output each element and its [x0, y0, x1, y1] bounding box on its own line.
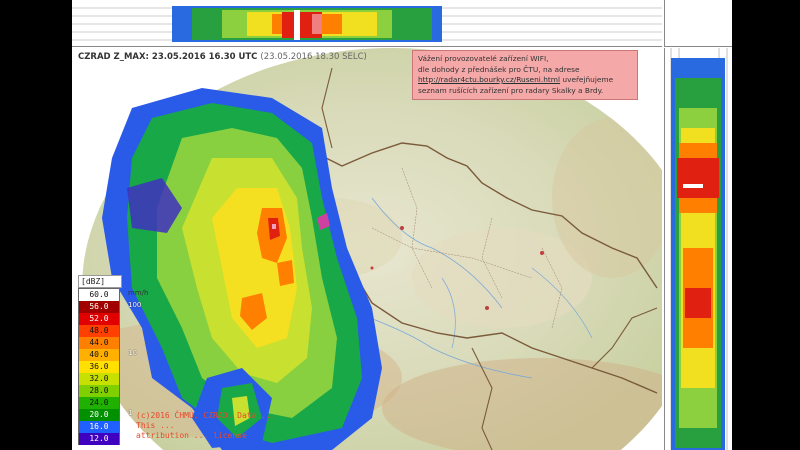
legend-row: 56.0 [78, 301, 120, 313]
side-profile-svg [670, 48, 728, 450]
legend-row: 60.0 [78, 288, 120, 301]
legend-rate-label: 100 [128, 301, 142, 309]
radar-frame: CZRAD Z_MAX: 23.05.2016 16.30 UTC (23.05… [72, 0, 732, 450]
legend-title: [dBZ] [78, 275, 122, 288]
legend-row: 16.0 [78, 421, 120, 433]
legend-rows: 60.0 56.0 52.0 48.0 44.0 40.0 36.0 32.0 28.0 24.0… [78, 288, 122, 445]
legend-rate-label: 1 [128, 409, 133, 417]
map-svg [82, 48, 662, 450]
legend-row: 28.0 [78, 385, 120, 397]
notice-line-2: dle dohody z přednášek pro ČTU, na adres… [418, 64, 580, 74]
legend-row: 20.0 [78, 409, 120, 421]
legend-row: 40.0 [78, 349, 120, 361]
product-title: CZRAD Z_MAX: 23.05.2016 16.30 UTC [78, 52, 258, 62]
dbz-legend: [dBZ] 60.0 56.0 52.0 48.0 44.0 40.0 36.0 32.0 28… [78, 275, 148, 445]
legend-rate-label: 10 [128, 349, 137, 357]
top-profile-svg [72, 6, 662, 42]
top-profile-strip [72, 0, 662, 47]
radar-map[interactable] [72, 48, 662, 450]
legend-row: 12.0 [78, 433, 120, 445]
legend-row: 52.0 [78, 313, 120, 325]
copyright-line-1: (c)2016 ČHMÚ, CZRAD. Data ... [136, 411, 276, 420]
product-header: CZRAD Z_MAX: 23.05.2016 16.30 UTC (23.05… [78, 52, 367, 62]
legend-row: 44.0 [78, 337, 120, 349]
copyright: (c)2016 ČHMÚ, CZRAD. Data ... This ... a… [136, 411, 276, 441]
wifi-notice: Vážení provozovatelé zařízení WIFI, dle … [412, 50, 638, 100]
corner-box [664, 0, 732, 47]
legend-row: 32.0 [78, 373, 120, 385]
notice-line-4: seznam rušících zařízení pro radary Skal… [418, 85, 604, 95]
legend-row: 36.0 [78, 361, 120, 373]
notice-line-3-suffix: uveřejňujeme [560, 75, 614, 84]
legend-unit-label: mm/h [128, 289, 149, 297]
copyright-line-2: This ... [136, 421, 175, 430]
product-local-time: (23.05.2016 18.30 SELC) [260, 52, 367, 62]
legend-row: 48.0 [78, 325, 120, 337]
side-profile-strip [664, 48, 732, 450]
notice-line-1: Vážení provozovatelé zařízení WIFI, [418, 54, 549, 63]
legend-row: 24.0 [78, 397, 120, 409]
notice-link[interactable]: http://radar4ctu.bourky.cz/Ruseni.html [418, 75, 560, 84]
notice-line-3: http://radar4ctu.bourky.cz/Ruseni.html u… [418, 75, 632, 86]
copyright-line-3: attribution ... license [136, 431, 247, 440]
